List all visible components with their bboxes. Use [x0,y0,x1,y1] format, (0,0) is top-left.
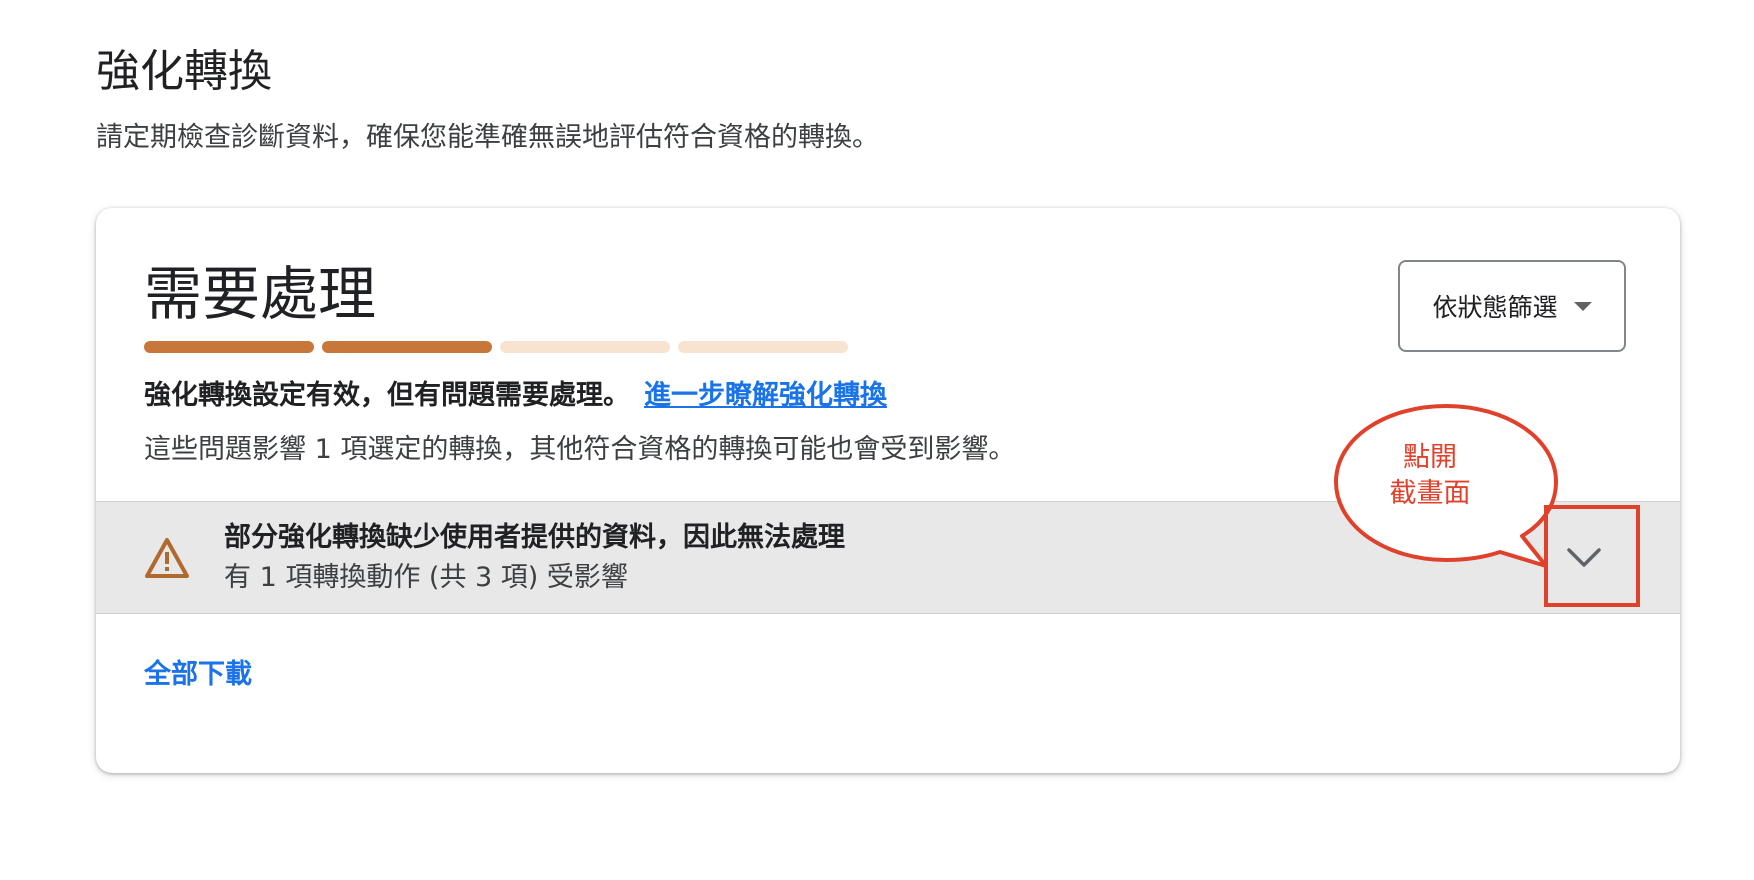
annotation-line-1: 點開 [1403,442,1457,473]
progress-segment [678,341,848,353]
card-title: 需要處理 [144,260,377,328]
page-header: 強化轉換 請定期檢查診斷資料，確保您能準確無誤地評估符合資格的轉換。 [96,42,1656,158]
status-text: 強化轉換設定有效，但有問題需要處理。 [144,380,630,411]
download-all-link[interactable]: 全部下載 [144,655,252,695]
status-line: 強化轉換設定有效，但有問題需要處理。 進一步瞭解強化轉換 [144,376,887,416]
annotation-highlight-box [1544,505,1640,607]
filter-label: 依狀態篩選 [1432,293,1558,322]
issue-subtitle: 有 1 項轉換動作 (共 3 項) 受影響 [224,562,628,593]
annotation-callout-text: 點開 截畫面 [1345,440,1515,512]
impact-text: 這些問題影響 1 項選定的轉換，其他符合資格的轉換可能也會受到影響。 [144,434,1016,465]
learn-more-link[interactable]: 進一步瞭解強化轉換 [644,380,887,411]
filter-by-status-dropdown[interactable]: 依狀態篩選 [1398,260,1626,352]
dropdown-caret-icon [1573,301,1592,311]
issue-title: 部分強化轉換缺少使用者提供的資料，因此無法處理 [224,522,845,553]
page-title: 強化轉換 [96,46,272,97]
annotation-line-2: 截畫面 [1389,478,1471,509]
page-subtitle: 請定期檢查診斷資料，確保您能準確無誤地評估符合資格的轉換。 [96,122,879,153]
progress-segment [500,341,670,353]
progress-segment [322,341,492,353]
progress-segment [144,341,314,353]
warning-icon [145,538,189,578]
status-progress-bar [144,341,848,353]
